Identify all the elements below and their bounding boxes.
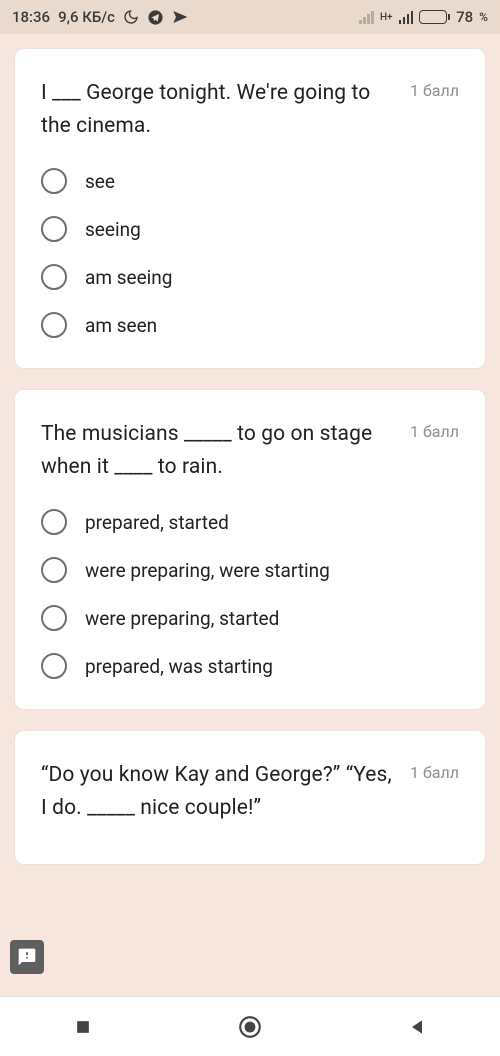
radio-icon <box>41 653 67 679</box>
question-points: 1 балл <box>410 418 459 441</box>
radio-icon <box>41 605 67 631</box>
option[interactable]: am seeing <box>41 264 459 290</box>
option[interactable]: were preparing, started <box>41 605 459 631</box>
telegram-circle-icon <box>147 9 164 26</box>
recent-apps-button[interactable] <box>53 1017 113 1037</box>
option[interactable]: seeing <box>41 216 459 242</box>
feedback-button[interactable] <box>10 940 44 974</box>
question-card: “Do you know Kay and George?” “Yes, I do… <box>14 730 486 865</box>
option-label: am seeing <box>85 266 172 289</box>
feedback-icon <box>17 947 37 967</box>
network-type: H+ <box>380 12 393 23</box>
option[interactable]: prepared, started <box>41 509 459 535</box>
question-points: 1 балл <box>410 77 459 100</box>
moon-icon <box>123 9 139 25</box>
option-label: prepared, started <box>85 511 229 534</box>
status-bar: 18:36 9,6 КБ/с H+ 78 % <box>0 0 500 34</box>
option-label: seeing <box>85 218 141 241</box>
question-text: “Do you know Kay and George?” “Yes, I do… <box>41 759 400 824</box>
radio-icon <box>41 216 67 242</box>
battery-icon <box>419 10 450 24</box>
question-text: I ___ George tonight. We're going to the… <box>41 77 400 142</box>
question-text: The musicians _____ to go on stage when … <box>41 418 400 483</box>
question-card: The musicians _____ to go on stage when … <box>14 389 486 710</box>
send-icon <box>172 9 188 25</box>
battery-unit: % <box>479 10 488 24</box>
option[interactable]: see <box>41 168 459 194</box>
option-label: see <box>85 170 115 193</box>
radio-icon <box>41 264 67 290</box>
android-nav-bar <box>0 996 500 1056</box>
triangle-left-icon <box>407 1017 427 1037</box>
question-points: 1 балл <box>410 759 459 782</box>
square-icon <box>73 1017 93 1037</box>
radio-icon <box>41 168 67 194</box>
question-card: I ___ George tonight. We're going to the… <box>14 48 486 369</box>
option-label: were preparing, started <box>85 607 279 630</box>
option[interactable]: were preparing, were starting <box>41 557 459 583</box>
option-label: prepared, was starting <box>85 655 273 678</box>
status-speed: 9,6 КБ/с <box>58 8 115 26</box>
option[interactable]: prepared, was starting <box>41 653 459 679</box>
radio-icon <box>41 557 67 583</box>
option[interactable]: am seen <box>41 312 459 338</box>
circle-icon <box>237 1014 263 1040</box>
radio-icon <box>41 312 67 338</box>
form-content: I ___ George tonight. We're going to the… <box>0 34 500 996</box>
home-button[interactable] <box>220 1014 280 1040</box>
signal-icon <box>399 11 414 24</box>
back-button[interactable] <box>387 1017 447 1037</box>
signal-weak-icon <box>359 11 374 24</box>
option-label: were preparing, were starting <box>85 559 330 582</box>
radio-icon <box>41 509 67 535</box>
option-label: am seen <box>85 314 157 337</box>
status-time: 18:36 <box>12 8 50 26</box>
battery-percent: 78 <box>456 8 473 26</box>
